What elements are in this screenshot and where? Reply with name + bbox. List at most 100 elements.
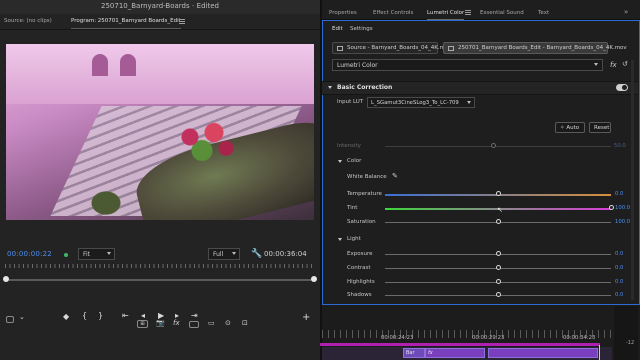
collapse-triangle-icon[interactable] [328,86,332,89]
shadows-label: Shadows [347,292,372,298]
wrench-settings-icon[interactable]: 🔧 [251,249,262,259]
section-enable-toggle[interactable] [616,84,628,91]
tint-slider-knob[interactable] [609,205,614,210]
zoom-fit-select[interactable]: Fit [78,248,115,260]
playhead-bar[interactable] [5,279,315,281]
collapse-triangle-icon[interactable] [338,160,342,163]
exposure-slider-knob[interactable] [496,251,501,256]
premiere-window: 250710_Barnyard-Boards - Edited Source: … [0,0,640,360]
in-point-handle[interactable] [3,276,9,282]
status-dot-icon [64,253,68,257]
panel-tabs: Properties Effect Controls Lumetri Color… [322,0,640,20]
insert-icon[interactable]: ⊞ [137,320,148,328]
effect-select[interactable]: Lumetri Color [332,59,603,71]
chevron-down-icon [107,252,111,255]
go-to-out-icon[interactable]: ⇥ [191,311,198,320]
timeline-playhead[interactable] [599,345,600,360]
more-panels-icon[interactable]: » [624,8,628,16]
video-flowers [166,119,246,164]
highlights-value[interactable]: 0.0 [615,279,623,285]
color-group-label: Color [347,158,362,164]
section-title: Basic Correction [337,84,393,91]
monitor-tabs: Source: (no clips) Program: 250701_Barny… [0,14,320,30]
temperature-value[interactable]: 0.0 [615,191,623,197]
intensity-value[interactable]: 50.0 [614,143,626,149]
tab-program-monitor[interactable]: Program: 250701_Barnyard Boards_Edit [71,18,181,29]
add-marker-icon[interactable]: ◆ [63,312,69,321]
tab-essential-sound[interactable]: Essential Sound [480,10,524,16]
timeline-time-label: 00:00:34:23 [563,335,596,341]
proxy-toggle-icon[interactable]: ▭ [208,319,215,327]
tab-effect-controls[interactable]: Effect Controls [373,10,413,16]
chevron-down-icon[interactable]: ⌄ [19,313,25,321]
monitor-time-ruler[interactable] [5,264,315,274]
timeline-clip-label: Bar [406,350,415,356]
source-clip-tab[interactable]: Source - Barnyard_Boards_04_4K.mov [332,42,452,54]
fx-bypass-icon[interactable]: fx [173,319,180,327]
playback-resolution-value: Full [213,251,224,258]
playback-resolution-select[interactable]: Full [208,248,240,260]
exposure-value[interactable]: 0.0 [615,251,623,257]
add-button-icon[interactable]: + [302,312,310,323]
saturation-slider-knob[interactable] [496,219,501,224]
panel-menu-icon[interactable] [179,19,185,24]
timeline-clip[interactable]: Bar [403,348,425,358]
safe-margins-icon[interactable] [6,316,14,323]
intensity-slider-knob[interactable] [491,143,496,148]
timeline-time-label: 00:00:29:23 [472,335,505,341]
project-status: Edited [196,2,219,10]
collapse-triangle-icon[interactable] [338,238,342,241]
auto-button[interactable]: ✧ Auto [555,122,585,133]
mark-out-icon[interactable]: } [98,311,103,320]
intensity-slider-track[interactable] [385,146,611,147]
timeline-clip[interactable]: fx [425,348,485,358]
tab-text[interactable]: Text [538,10,549,16]
program-video-frame[interactable] [6,44,314,220]
input-lut-select[interactable]: L_SGamut3CineSLog3_To_LC-709 [367,97,475,108]
clip-icon [448,46,454,51]
reset-button[interactable]: Reset [589,122,611,133]
out-point-handle[interactable] [311,276,317,282]
panel-menu-icon[interactable] [465,10,471,15]
chevron-down-icon [594,63,598,66]
highlights-slider-knob[interactable] [496,279,501,284]
vr-video-icon[interactable]: ⊙ [225,319,231,327]
export-frame-icon[interactable]: 📷 [156,319,165,327]
timeline-clip[interactable] [488,348,598,358]
auto-label: Auto [566,125,580,131]
video-background-wall [6,44,314,104]
monitor-timecode-row: 00:00:00:22 Fit Full 🔧 00:00:36:04 [0,247,320,261]
tab-edit[interactable]: Edit [332,26,343,32]
fx-toggle[interactable]: fx [610,61,617,69]
eyedropper-icon[interactable]: ✎ [392,172,398,180]
exposure-label: Exposure [347,251,373,257]
shadows-value[interactable]: 0.0 [615,292,623,298]
contrast-value[interactable]: 0.0 [615,265,623,271]
go-to-in-icon[interactable]: ⇤ [122,311,129,320]
tab-source-monitor[interactable]: Source: (no clips) [4,18,52,24]
tint-value[interactable]: 100.0 [615,205,630,211]
mark-in-icon[interactable]: { [82,311,87,320]
panel-scrollbar[interactable] [631,60,634,300]
work-area-bar[interactable] [320,343,600,346]
multicam-icon[interactable]: ⊡ [242,319,248,327]
zoom-fit-value: Fit [83,251,91,258]
reset-effect-icon[interactable]: ↺ [622,60,628,68]
tab-properties[interactable]: Properties [329,10,357,16]
temperature-slider-knob[interactable] [496,191,501,196]
project-name: 250710_Barnyard-Boards [101,2,190,10]
white-balance-label: White Balance [347,174,387,180]
tab-settings[interactable]: Settings [350,26,373,32]
step-back-icon[interactable]: ◂ [141,311,145,320]
sequence-clip-tab[interactable]: 250701_Barnyard Boards_Edit - Barnyard_B… [443,42,627,54]
light-group-label: Light [347,236,361,242]
temperature-label: Temperature [347,191,382,197]
saturation-value[interactable]: 100.0 [615,219,630,225]
tab-lumetri-color[interactable]: Lumetri Color [427,10,465,20]
shadows-slider-knob[interactable] [496,292,501,297]
comparison-view-icon[interactable] [189,321,199,328]
highlights-label: Highlights [347,279,375,285]
current-timecode[interactable]: 00:00:00:22 [7,250,52,258]
transport-controls: ⌄ ◆ { } ⇤ ◂ ▶ ▸ ⇥ ⊞ 📷 fx ▭ ⊙ ⊡ + [0,298,320,328]
contrast-slider-knob[interactable] [496,265,501,270]
